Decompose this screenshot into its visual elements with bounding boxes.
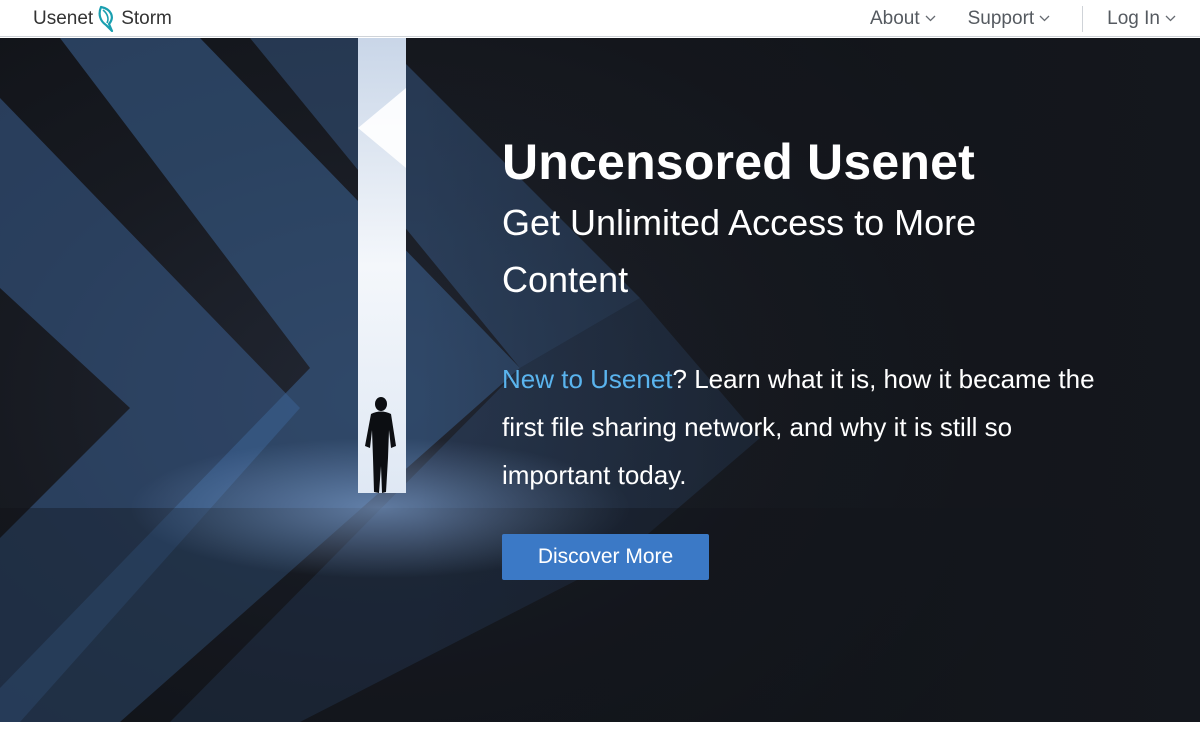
chevron-down-icon xyxy=(925,15,936,22)
nav-support-label: Support xyxy=(967,7,1035,29)
nav-login[interactable]: Log In xyxy=(1107,8,1176,30)
main-nav: About Support Log In xyxy=(870,0,1176,37)
nav-support[interactable]: Support xyxy=(968,8,1051,30)
nav-login-label: Log In xyxy=(1107,7,1160,29)
chevron-down-icon xyxy=(1165,15,1176,22)
hero-section: Uncensored Usenet Get Unlimited Access t… xyxy=(0,38,1200,722)
nav-about[interactable]: About xyxy=(870,8,936,30)
hero-subtitle: Get Unlimited Access to More Content xyxy=(502,202,977,300)
discover-more-button[interactable]: Discover More xyxy=(502,534,709,580)
nav-about-label: About xyxy=(869,7,920,29)
hero-title: Uncensored Usenet xyxy=(502,134,975,190)
logo-text-storm: Storm xyxy=(121,7,172,29)
chevron-down-icon xyxy=(1039,15,1050,22)
hero-intro: New to Usenet? Learn what it is, how it … xyxy=(502,355,1112,499)
site-header: Usenet Storm About Support Log In xyxy=(0,0,1200,37)
nav-divider xyxy=(1082,5,1084,32)
logo-text-usenet: Usenet xyxy=(33,7,94,29)
site-logo[interactable]: Usenet Storm xyxy=(33,5,172,32)
new-to-usenet-link[interactable]: New to Usenet xyxy=(502,364,673,394)
hero-content: Uncensored Usenet Get Unlimited Access t… xyxy=(502,130,1142,580)
page-bottom-strip xyxy=(0,722,1200,740)
storm-leaf-icon xyxy=(98,5,114,32)
